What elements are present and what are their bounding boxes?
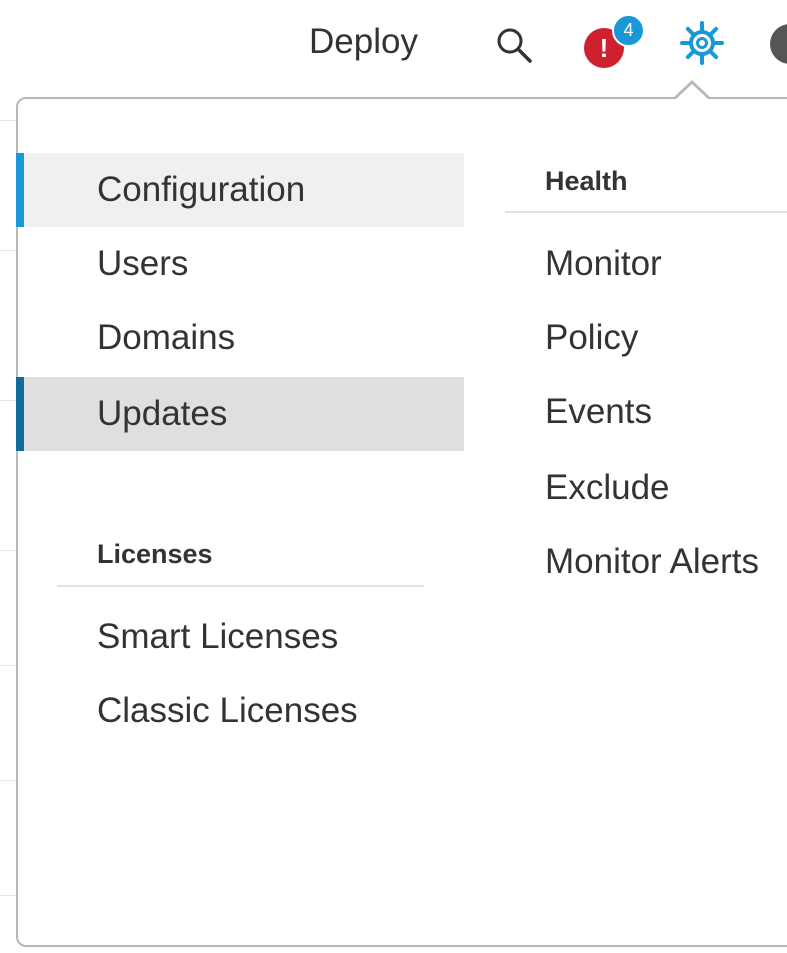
user-avatar[interactable] — [770, 24, 787, 64]
menu-item-monitor[interactable]: Monitor — [505, 227, 787, 301]
divider — [0, 400, 16, 401]
menu-item-domains[interactable]: Domains — [16, 301, 464, 375]
divider — [0, 780, 16, 781]
gear-icon[interactable] — [679, 20, 725, 66]
background-page-edge — [0, 100, 16, 953]
menu-item-policy[interactable]: Policy — [505, 301, 787, 375]
licenses-divider — [57, 585, 424, 587]
dropdown-caret-fill — [675, 84, 709, 100]
licenses-heading: Licenses — [97, 539, 213, 569]
health-heading: Health — [545, 166, 628, 196]
menu-item-smart-licenses[interactable]: Smart Licenses — [16, 600, 464, 674]
top-nav-bar: Deploy ! 4 — [0, 0, 787, 96]
menu-item-users[interactable]: Users — [16, 227, 464, 301]
menu-item-updates[interactable]: Updates — [16, 377, 464, 451]
health-divider — [505, 211, 787, 213]
alert-count-badge: 4 — [612, 14, 645, 47]
menu-item-events[interactable]: Events — [505, 375, 787, 449]
search-icon[interactable] — [494, 25, 534, 65]
deploy-button[interactable]: Deploy — [309, 22, 418, 62]
divider — [0, 665, 16, 666]
menu-item-configuration[interactable]: Configuration — [16, 153, 464, 227]
menu-item-classic-licenses[interactable]: Classic Licenses — [16, 674, 464, 748]
alerts-icon[interactable]: ! 4 — [584, 14, 645, 68]
menu-item-exclude[interactable]: Exclude — [505, 451, 787, 525]
divider — [0, 550, 16, 551]
divider — [0, 120, 16, 121]
divider — [0, 250, 16, 251]
divider — [0, 895, 16, 896]
menu-item-monitor-alerts[interactable]: Monitor Alerts — [505, 525, 787, 599]
